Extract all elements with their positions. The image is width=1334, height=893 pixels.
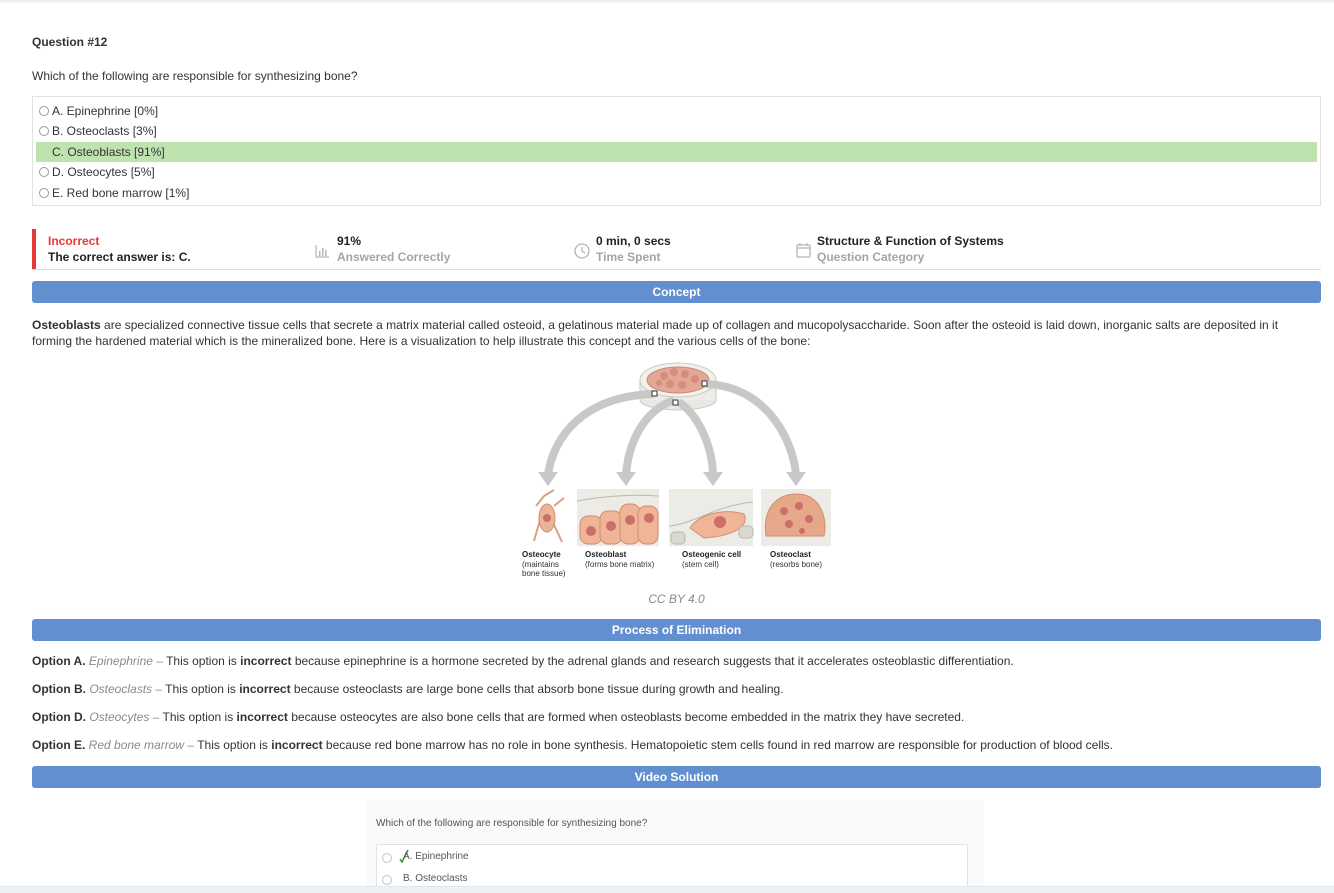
option-explanation: because osteocytes are also bone cells t… — [287, 710, 965, 724]
video-choices: A. Epinephrine B. Osteoclasts — [376, 844, 968, 892]
option-dash: – — [149, 710, 160, 724]
radio-icon[interactable] — [39, 106, 49, 116]
figure-desc-osteoblast: (forms bone matrix) — [585, 560, 655, 569]
choice-label: E. Red bone marrow [1%] — [52, 186, 190, 200]
option-verdict: incorrect — [236, 710, 288, 724]
elimination-option-e: Option E. Red bone marrow – This option … — [32, 738, 1113, 752]
question-category-label: Question Category — [817, 250, 925, 264]
option-verdict: incorrect — [239, 682, 291, 696]
figure-desc-osteoclast: (resorbs bone) — [770, 560, 822, 569]
result-stats: Incorrect The correct answer is: C. 91% … — [32, 229, 1321, 270]
figure-label-osteoblast: Osteoblast — [585, 550, 627, 559]
radio-icon — [382, 875, 392, 885]
bone-cells-figure: Osteocyte (maintains bone tissue) Osteob… — [514, 356, 840, 584]
calendar-icon — [796, 242, 811, 263]
radio-icon[interactable] — [39, 126, 49, 136]
percent-correct: 91% — [337, 234, 362, 248]
elimination-option-a: Option A. Epinephrine – This option is i… — [32, 654, 1014, 668]
option-explanation: because epinephrine is a hormone secrete… — [291, 654, 1014, 668]
option-dash-text: This option is — [194, 738, 272, 752]
option-dash-text: This option is — [159, 710, 237, 724]
option-verdict: incorrect — [271, 738, 323, 752]
option-explanation: because red bone marrow has no role in b… — [322, 738, 1114, 752]
clock-icon — [574, 243, 590, 264]
choice-label: C. Osteoblasts [91%] — [52, 145, 165, 159]
figure-label-osteocyte: Osteocyte — [522, 550, 561, 559]
option-explanation: because osteoclasts are large bone cells… — [290, 682, 784, 696]
image-credit: CC BY 4.0 — [648, 592, 705, 606]
radio-icon[interactable] — [39, 167, 49, 177]
choice-c-correct[interactable]: C. Osteoblasts [91%] — [36, 142, 1317, 162]
choice-b[interactable]: B. Osteoclasts [3%] — [36, 121, 1317, 141]
choice-e[interactable]: E. Red bone marrow [1%] — [36, 183, 1317, 203]
choice-a[interactable]: A. Epinephrine [0%] — [36, 101, 1317, 121]
bar-chart-icon — [315, 245, 330, 263]
result-status: Incorrect — [48, 234, 100, 248]
radio-icon[interactable] — [39, 188, 49, 198]
figure-label-osteoclast: Osteoclast — [770, 550, 811, 559]
concept-line2: forming the hardened material which is t… — [32, 334, 811, 348]
option-verdict: incorrect — [240, 654, 292, 668]
option-name: Osteocytes — [89, 710, 150, 724]
option-name: Red bone marrow — [88, 738, 185, 752]
video-choice-a: A. Epinephrine — [377, 847, 967, 867]
elimination-header: Process of Elimination — [32, 619, 1321, 641]
concept-line1: are specialized connective tissue cells … — [100, 318, 1279, 332]
option-dash: – — [152, 654, 163, 668]
choice-label: A. Epinephrine [0%] — [52, 104, 159, 118]
choice-d[interactable]: D. Osteocytes [5%] — [36, 162, 1317, 182]
figure-desc-osteocyte-1: (maintains — [522, 560, 559, 569]
option-name: Epinephrine — [88, 654, 153, 668]
top-shadow — [0, 0, 1334, 4]
option-prefix: Option B. — [32, 682, 86, 696]
figure-desc-osteogenic: (stem cell) — [682, 560, 719, 569]
question-number: Question #12 — [32, 35, 108, 49]
bone-cells-illustration: Osteocyte (maintains bone tissue) Osteob… — [522, 362, 831, 578]
answer-choices: A. Epinephrine [0%] B. Osteoclasts [3%] … — [32, 96, 1321, 206]
radio-icon — [382, 853, 392, 863]
percent-correct-label: Answered Correctly — [337, 250, 451, 264]
correct-answer-text: The correct answer is: C. — [48, 250, 191, 264]
option-name: Osteoclasts — [89, 682, 153, 696]
video-player[interactable]: Which of the following are responsible f… — [366, 800, 984, 892]
figure-label-osteogenic: Osteogenic cell — [682, 550, 741, 559]
option-prefix: Option E. — [32, 738, 86, 752]
option-prefix: Option D. — [32, 710, 86, 724]
option-dash-text: This option is — [162, 654, 241, 668]
concept-header: Concept — [32, 281, 1321, 303]
video-header: Video Solution — [32, 766, 1321, 788]
elimination-option-d: Option D. Osteocytes – This option is in… — [32, 710, 964, 724]
option-dash: – — [152, 682, 163, 696]
question-category: Structure & Function of Systems — [817, 234, 1004, 248]
option-prefix: Option A. — [32, 654, 86, 668]
incorrect-indicator — [32, 229, 36, 269]
elimination-option-b: Option B. Osteoclasts – This option is i… — [32, 682, 784, 696]
figure-desc-osteocyte-2: bone tissue) — [522, 569, 566, 578]
time-spent: 0 min, 0 secs — [596, 234, 671, 248]
choice-label: D. Osteocytes [5%] — [52, 165, 155, 179]
video-choice-label: A. Epinephrine — [403, 851, 469, 862]
time-spent-label: Time Spent — [596, 250, 661, 264]
option-dash-text: This option is — [162, 682, 240, 696]
concept-paragraph: Osteoblasts are specialized connective t… — [32, 317, 1321, 349]
video-question-text: Which of the following are responsible f… — [376, 818, 648, 829]
question-text: Which of the following are responsible f… — [32, 69, 358, 83]
choice-label: B. Osteoclasts [3%] — [52, 124, 157, 138]
concept-term: Osteoblasts — [32, 318, 101, 332]
option-dash: – — [184, 738, 195, 752]
